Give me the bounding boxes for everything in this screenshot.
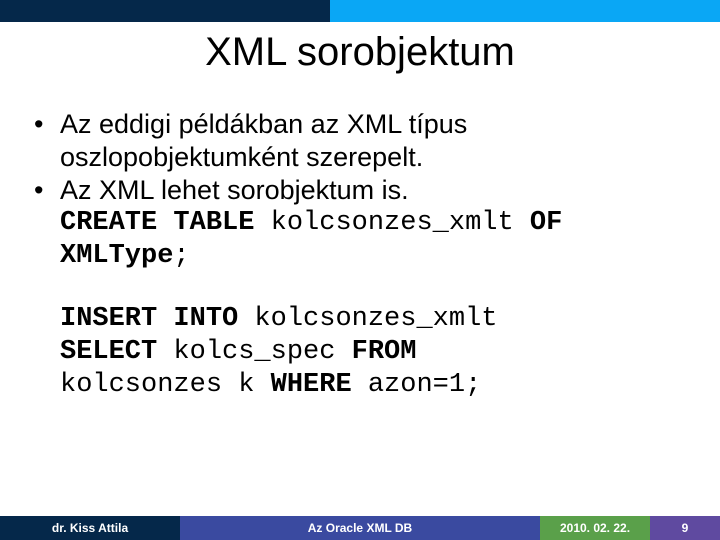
footer: dr. Kiss Attila Az Oracle XML DB 2010. 0… (0, 516, 720, 540)
code-where-cond: azon=1; (352, 370, 482, 400)
slide-title: XML sorobjektum (0, 30, 720, 75)
bullet-1-text: Az eddigi példákban az XML típus oszlopo… (60, 109, 467, 172)
kw-of: OF (530, 208, 562, 238)
kw-insert-into: INSERT INTO (60, 304, 238, 334)
code-create-line2: XMLType; (32, 240, 688, 273)
kw-select: SELECT (60, 337, 157, 367)
spacer (32, 273, 688, 303)
footer-subject: Az Oracle XML DB (180, 516, 540, 540)
code-select-col: kolcs_spec (157, 337, 351, 367)
slide: XML sorobjektum • Az eddigi példákban az… (0, 0, 720, 540)
kw-from: FROM (352, 337, 417, 367)
bullet-dot: • (34, 174, 43, 207)
topbar-light (330, 0, 720, 22)
footer-page: 9 (650, 516, 720, 540)
slide-body: • Az eddigi példákban az XML típus oszlo… (32, 108, 688, 402)
footer-date: 2010. 02. 22. (540, 516, 650, 540)
code-insert-line3: kolcsonzes k WHERE azon=1; (32, 369, 688, 402)
code-table-name: kolcsonzes_xmlt (254, 208, 529, 238)
code-create-line1: CREATE TABLE kolcsonzes_xmlt OF (32, 207, 688, 240)
bullet-2-text: Az XML lehet sorobjektum is. (60, 175, 409, 205)
bullet-dot: • (34, 108, 43, 141)
kw-create-table: CREATE TABLE (60, 208, 254, 238)
bullet-2: • Az XML lehet sorobjektum is. (32, 174, 688, 207)
code-from-rest: kolcsonzes k (60, 370, 271, 400)
footer-author: dr. Kiss Attila (0, 516, 180, 540)
code-insert-table: kolcsonzes_xmlt (238, 304, 497, 334)
topbar-dark (0, 0, 330, 22)
kw-where: WHERE (271, 370, 352, 400)
kw-xmltype: XMLType (60, 241, 173, 271)
code-insert-line2: SELECT kolcs_spec FROM (32, 336, 688, 369)
code-insert-line1: INSERT INTO kolcsonzes_xmlt (32, 303, 688, 336)
code-semicolon: ; (173, 241, 189, 271)
bullet-1: • Az eddigi példákban az XML típus oszlo… (32, 108, 688, 174)
